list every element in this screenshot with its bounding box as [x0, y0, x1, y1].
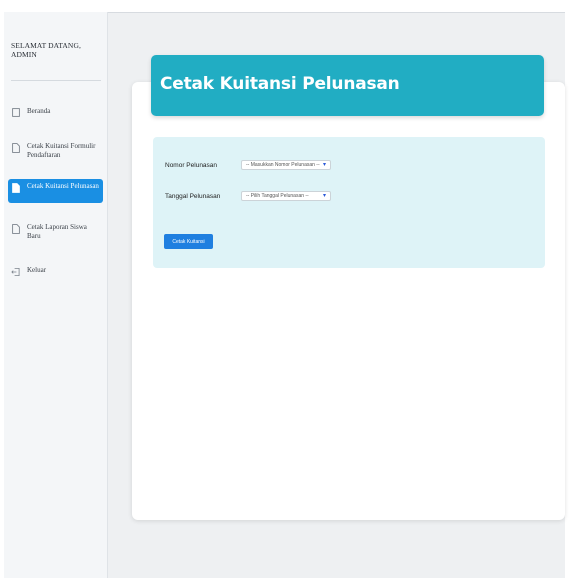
logout-icon [11, 266, 20, 277]
document-icon [11, 142, 20, 153]
form-panel: Nomor Pelunasan -- Masukkan Nomor Peluna… [153, 137, 545, 268]
sidebar-divider [11, 80, 101, 81]
document-icon [11, 182, 20, 193]
sidebar-item-laporan-siswa[interactable]: Cetak Laporan Siswa Baru [8, 220, 103, 243]
page-banner: Cetak Kuitansi Pelunasan [151, 55, 544, 116]
tanggal-value: -- Pilih Tanggal Pelunasan -- [246, 193, 309, 199]
sidebar-item-label: Cetak Kuitansi Formulir Pendaftaran [27, 142, 96, 159]
cetak-button[interactable]: Cetak Kuitansi [164, 234, 213, 249]
chevron-down-icon: ▾ [322, 162, 326, 168]
chevron-down-icon: ▾ [322, 193, 326, 199]
nomor-row: Nomor Pelunasan -- Masukkan Nomor Peluna… [165, 160, 331, 170]
sidebar-item-label: Beranda [27, 107, 51, 115]
sidebar-item-keluar[interactable]: Keluar [8, 263, 103, 280]
sidebar-item-label: Keluar [27, 266, 47, 274]
nomor-value: -- Masukkan Nomor Pelunasan -- [246, 162, 320, 168]
tanggal-row: Tanggal Pelunasan -- Pilih Tanggal Pelun… [165, 191, 331, 201]
welcome-text: SELAMAT DATANG, ADMIN [11, 41, 81, 59]
document-icon [11, 223, 20, 234]
nomor-label: Nomor Pelunasan [165, 161, 218, 169]
sidebar-item-kuitansi-formulir[interactable]: Cetak Kuitansi Formulir Pendaftaran [8, 139, 103, 162]
sidebar-item-kuitansi-pelunasan[interactable]: Cetak Kuitansi Pelunasan [8, 179, 103, 203]
sidebar-item-label: Cetak Kuitansi Pelunasan [27, 182, 99, 190]
sidebar: SELAMAT DATANG, ADMIN Beranda Cetak Kuit… [4, 12, 108, 578]
page-title: Cetak Kuitansi Pelunasan [160, 74, 400, 94]
sidebar-item-label: Cetak Laporan Siswa Baru [27, 223, 87, 240]
home-icon [11, 107, 20, 118]
tanggal-select[interactable]: -- Pilih Tanggal Pelunasan -- ▾ [241, 191, 331, 201]
sidebar-item-beranda[interactable]: Beranda [8, 104, 103, 121]
tanggal-label: Tanggal Pelunasan [165, 192, 221, 200]
app-window: SELAMAT DATANG, ADMIN Beranda Cetak Kuit… [0, 0, 573, 581]
nomor-select[interactable]: -- Masukkan Nomor Pelunasan -- ▾ [241, 160, 331, 170]
